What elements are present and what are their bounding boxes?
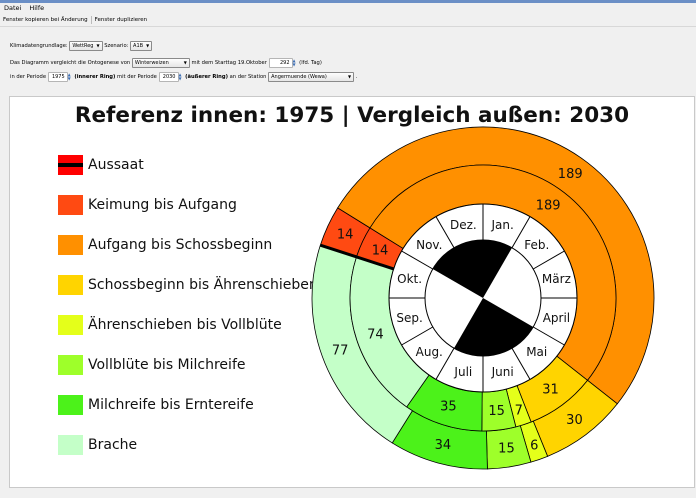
crop-select-value: Winterweizen	[134, 60, 169, 66]
month-label: Jan.	[491, 218, 514, 232]
crop-intro-text: Das Diagramm vergleicht die Ontogenese v…	[10, 60, 131, 66]
segment-value-label: 15	[498, 442, 515, 457]
klima-label: Klimadatengrundlage:	[10, 43, 68, 49]
settings-row-period: in der Periode 1975 ▲ ▼ (innerer Ring) mit…	[0, 72, 696, 83]
spinner-arrows-icon[interactable]: ▲ ▼	[293, 59, 298, 67]
inner-ring-label: (innerer Ring)	[74, 74, 116, 80]
month-label: Aug.	[416, 345, 443, 359]
settings-row-crop: Das Diagramm vergleicht die Ontogenese v…	[0, 58, 696, 69]
segment-value-label: 30	[566, 413, 583, 428]
lfd-tag-text: (lfd. Tag)	[299, 60, 322, 66]
month-label: Feb.	[524, 238, 549, 252]
month-label: März	[542, 272, 571, 286]
menu-datei[interactable]: Datei	[0, 3, 25, 13]
segment-value-label: 77	[332, 343, 349, 358]
starttag-input[interactable]: 292	[268, 58, 293, 68]
starttag-text: mit dem Starttag 19.Oktober	[191, 60, 267, 66]
szenario-select[interactable]: A1B ▼	[130, 41, 153, 51]
station-select[interactable]: Angermuende (Wewa) ▼	[268, 72, 355, 82]
month-label: April	[543, 311, 570, 325]
szenario-label: Szenario:	[104, 43, 129, 49]
month-label: Okt.	[397, 272, 422, 286]
month-label: Mai	[526, 345, 547, 359]
period-row-end: .	[355, 74, 358, 80]
duplicate-window-button[interactable]: Fenster duplizieren	[92, 14, 150, 26]
segment-value-label: 7	[515, 403, 523, 418]
station-select-value: Angermuende (Wewa)	[271, 74, 327, 80]
chevron-down-icon: ▼	[348, 74, 352, 79]
period-inner-text: in der Periode	[10, 74, 47, 80]
period-inner-input[interactable]: 1975	[47, 72, 68, 82]
month-label: Juni	[491, 365, 514, 379]
spinner-arrows-icon[interactable]: ▲ ▼	[179, 73, 184, 81]
ring-chart: 14 189 30 6 15 34 77 14 189 31 7 15 35 74 Jan. Feb. März…	[311, 126, 655, 470]
klima-select[interactable]: WettReg ▼	[69, 41, 103, 51]
month-label: Dez.	[450, 218, 477, 232]
month-label: Nov.	[416, 238, 442, 252]
chevron-down-icon: ▼	[183, 60, 187, 65]
segment-value-label: 35	[440, 400, 457, 415]
menu-bar: Datei Hilfe	[0, 3, 696, 13]
chart-panel: Referenz innen: 1975 | Vergleich außen: …	[9, 96, 695, 488]
segment-value-label: 189	[558, 167, 583, 182]
menu-hilfe[interactable]: Hilfe	[25, 3, 48, 13]
toolbar: Fenster kopieren bei Änderung Fenster dup…	[0, 14, 696, 27]
klima-select-value: WettReg	[72, 43, 94, 49]
settings-row-climate: Klimadatengrundlage: WettReg ▼ Szenario: …	[0, 41, 696, 52]
outer-ring-label: (äußerer Ring)	[185, 74, 228, 80]
status-bar	[0, 488, 696, 498]
segment-value-label: 34	[435, 438, 452, 453]
segment-value-label: 6	[530, 439, 538, 454]
segment-value-label: 15	[488, 404, 505, 419]
segment-value-label: 14	[372, 244, 389, 259]
segment-value-label: 189	[536, 199, 561, 214]
spinner-arrows-icon[interactable]: ▲ ▼	[68, 73, 73, 81]
szenario-select-value: A1B	[133, 43, 144, 49]
station-text: an der Station	[229, 74, 267, 80]
segment-value-label: 31	[542, 383, 559, 398]
month-label: Juli	[453, 365, 472, 379]
month-label: Sep.	[396, 311, 422, 325]
segment-value-label: 14	[337, 227, 354, 242]
period-outer-text: mit der Periode	[117, 74, 157, 80]
chevron-down-icon: ▼	[146, 43, 150, 48]
crop-select[interactable]: Winterweizen ▼	[131, 58, 190, 68]
copy-window-button[interactable]: Fenster kopieren bei Änderung	[0, 14, 91, 26]
segment-value-label: 74	[367, 328, 384, 343]
chevron-down-icon: ▼	[96, 43, 100, 48]
period-outer-input[interactable]: 2030	[158, 72, 179, 82]
